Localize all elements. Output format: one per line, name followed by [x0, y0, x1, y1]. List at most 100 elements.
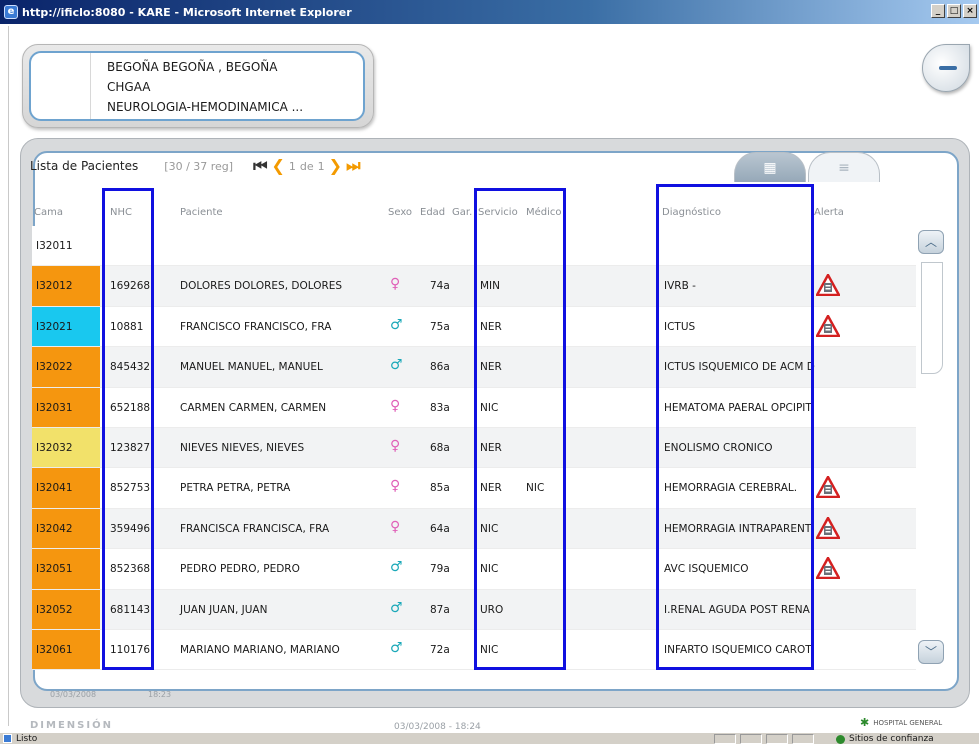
highlight-nhc — [102, 188, 154, 670]
male-icon: ♂ — [390, 599, 403, 616]
status-segment — [792, 734, 814, 744]
minus-icon — [939, 66, 957, 70]
status-segment — [740, 734, 762, 744]
minimize-button[interactable]: _ — [931, 4, 945, 18]
patient-card: BEGOÑA BEGOÑA , BEGOÑA CHGAA NEUROLOGIA-… — [22, 44, 374, 128]
col-sexo[interactable]: Sexo — [388, 207, 412, 218]
col-edad[interactable]: Edad — [420, 207, 445, 218]
col-gar[interactable]: Gar. — [452, 207, 472, 218]
alert-icon[interactable] — [816, 557, 840, 580]
patient-name-cell: NIEVES NIEVES, NIEVES — [180, 441, 305, 454]
window-controls: _ □ × — [931, 4, 977, 18]
age-cell: 86a — [430, 361, 450, 374]
male-icon: ♂ — [390, 357, 403, 374]
panel-date: 03/03/2008 — [50, 690, 97, 699]
status-bar: Listo Sitios de confianza — [0, 732, 979, 744]
patient-card-inner: BEGOÑA BEGOÑA , BEGOÑA CHGAA NEUROLOGIA-… — [29, 51, 365, 121]
female-icon: ♀ — [390, 276, 401, 293]
bed-cell[interactable]: I32011 — [32, 226, 100, 266]
hospital-name: HOSPITAL GENERAL — [873, 718, 943, 727]
age-cell: 74a — [430, 280, 450, 293]
patient-name-cell: MARIANO MARIANO, MARIANO — [180, 643, 340, 656]
alert-icon[interactable] — [816, 274, 840, 297]
bed-cell[interactable]: I32012 — [32, 266, 100, 306]
panel-time: 18:23 — [148, 690, 172, 699]
list-view-tab[interactable]: ≡ — [808, 152, 880, 182]
hospital-icon: ✱ — [860, 716, 870, 729]
highlight-diagnostico — [656, 184, 814, 670]
age-cell: 87a — [430, 603, 450, 616]
first-page-icon[interactable]: ⏮ — [253, 158, 267, 174]
list-title: Lista de Pacientes — [30, 159, 139, 173]
view-toggle: ▦ ≡ — [734, 152, 880, 182]
page-of: de — [299, 159, 314, 173]
female-icon: ♀ — [390, 478, 401, 495]
patient-photo — [31, 53, 91, 119]
patient-name-cell: MANUEL MANUEL, MANUEL — [180, 361, 323, 374]
page-total: 1 — [317, 159, 325, 173]
last-page-icon[interactable]: ⏭ — [346, 158, 360, 174]
window-titlebar: e http://ificlo:8080 - KARE - Microsoft … — [0, 0, 979, 24]
patient-code: CHGAA — [107, 80, 151, 94]
next-page-icon[interactable]: ❯ — [329, 158, 342, 174]
bed-cell[interactable]: I32031 — [32, 387, 100, 427]
age-cell: 85a — [430, 482, 450, 495]
patient-info: BEGOÑA BEGOÑA , BEGOÑA CHGAA NEUROLOGIA-… — [107, 57, 303, 117]
bed-cell[interactable]: I32061 — [32, 629, 100, 670]
grid-view-tab[interactable]: ▦ — [734, 152, 806, 182]
age-cell: 83a — [430, 401, 450, 414]
patient-name: BEGOÑA BEGOÑA , BEGOÑA — [107, 60, 278, 74]
trusted-zone-icon — [836, 734, 845, 744]
male-icon: ♂ — [390, 639, 403, 656]
security-zone: Sitios de confianza — [836, 733, 934, 744]
alert-icon[interactable] — [816, 476, 840, 499]
page-icon — [3, 734, 12, 743]
patient-name-cell: FRANCISCO FRANCISCO, FRA — [180, 320, 332, 333]
bed-cell[interactable]: I32032 — [32, 427, 100, 468]
age-cell: 64a — [430, 522, 450, 535]
collapse-button[interactable] — [922, 44, 970, 92]
status-segment — [714, 734, 736, 744]
female-icon: ♀ — [390, 518, 401, 535]
close-button[interactable]: × — [963, 4, 977, 18]
pager: ⏮ ❮ 1 de 1 ❯ ⏭ — [253, 158, 360, 174]
female-icon: ♀ — [390, 397, 401, 414]
patient-name-cell: FRANCISCA FRANCISCA, FRA — [180, 522, 330, 535]
list-icon: ≡ — [838, 159, 850, 176]
status-text: Listo — [16, 733, 38, 744]
bed-cell[interactable]: I32051 — [32, 549, 100, 589]
list-header: Lista de Pacientes [30 / 37 reg] ⏮ ❮ 1 d… — [30, 156, 360, 176]
bed-cell[interactable]: I32042 — [32, 508, 100, 549]
maximize-button[interactable]: □ — [947, 4, 961, 18]
bed-cell[interactable]: I32021 — [32, 306, 100, 347]
bed-cell[interactable]: I32041 — [32, 468, 100, 508]
col-alerta[interactable]: Alerta — [814, 207, 844, 218]
page-current: 1 — [288, 159, 296, 173]
age-cell: 75a — [430, 320, 450, 333]
bed-cell[interactable]: I32052 — [32, 589, 100, 629]
alert-icon[interactable] — [816, 516, 840, 539]
age-cell: 72a — [430, 643, 450, 656]
female-icon: ♀ — [390, 437, 401, 454]
scroll-down-button[interactable]: ﹀ — [918, 640, 944, 664]
prev-page-icon[interactable]: ❮ — [272, 158, 285, 174]
alert-icon[interactable] — [816, 314, 840, 337]
age-cell: 68a — [430, 441, 450, 454]
record-count: [30 / 37 reg] — [164, 159, 234, 173]
bed-cell[interactable]: I32022 — [32, 347, 100, 387]
patient-name-cell: PETRA PETRA, PETRA — [180, 482, 291, 495]
col-cama[interactable]: Cama — [34, 207, 63, 218]
male-icon: ♂ — [390, 559, 403, 576]
scrollbar-thumb[interactable] — [921, 262, 943, 374]
patient-name-cell: JUAN JUAN, JUAN — [180, 603, 268, 616]
male-icon: ♂ — [390, 316, 403, 333]
patient-name-cell: CARMEN CARMEN, CARMEN — [180, 401, 327, 414]
hospital-logo: ✱ HOSPITAL GENERAL — [860, 716, 942, 729]
window-title: http://ificlo:8080 - KARE - Microsoft In… — [22, 5, 352, 19]
patient-service: NEUROLOGIA-HEMODINAMICA ... — [107, 100, 304, 114]
patient-name-cell: PEDRO PEDRO, PEDRO — [180, 563, 300, 576]
highlight-servicio — [474, 188, 566, 670]
col-paciente[interactable]: Paciente — [180, 207, 223, 218]
status-segment — [766, 734, 788, 744]
scroll-up-button[interactable]: ︿ — [918, 230, 944, 254]
